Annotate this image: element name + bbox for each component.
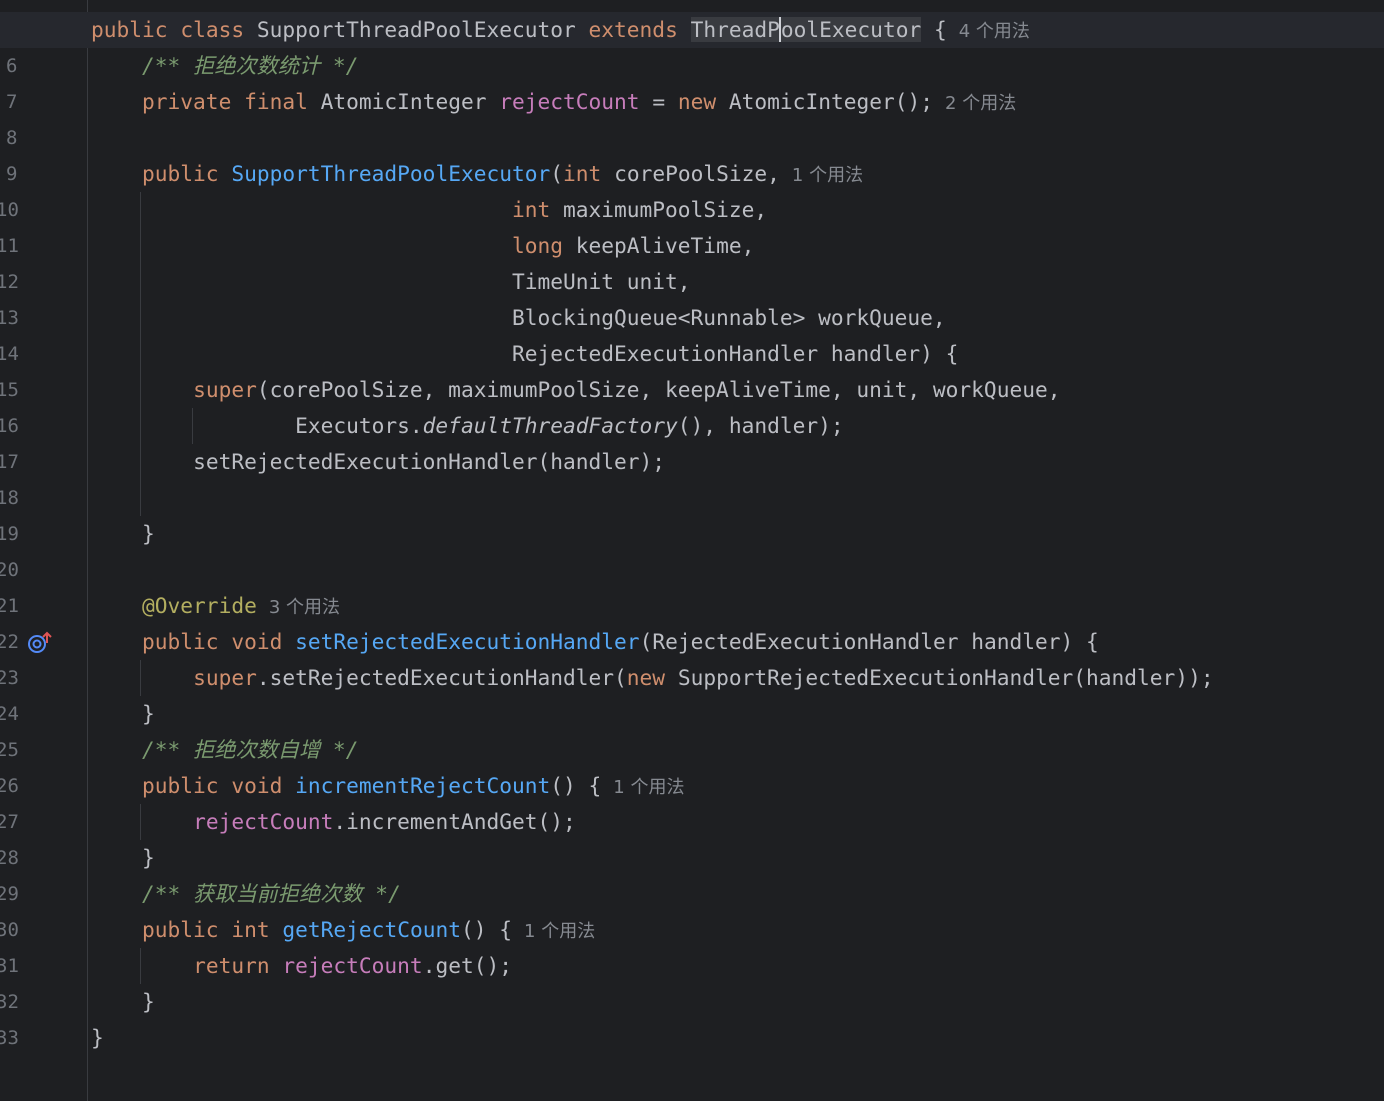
parameter: maximumPoolSize,	[563, 197, 768, 222]
code-line[interactable]: }	[0, 840, 1384, 876]
constructor-name: SupportThreadPoolExecutor	[231, 161, 551, 186]
usages-hint[interactable]: 3 个用法	[269, 597, 340, 618]
usages-hint[interactable]: 1 个用法	[524, 921, 595, 942]
keyword: public	[142, 629, 219, 654]
code-text: SupportRejectedExecutionHandler(handler)…	[677, 665, 1214, 690]
code-line[interactable]: long keepAliveTime,	[0, 228, 1384, 264]
class-name: SupportThreadPoolExecutor	[256, 17, 576, 42]
code-text: () {	[460, 917, 513, 942]
code-text: (RejectedExecutionHandler handler) {	[639, 629, 1099, 654]
keyword: final	[244, 89, 308, 114]
code-line[interactable]: }	[0, 516, 1384, 552]
doc-comment: /** 拒绝次数自增 */	[142, 737, 359, 762]
code-line[interactable]: public class SupportThreadPoolExecutor e…	[0, 12, 1384, 48]
brace: }	[142, 521, 155, 546]
code-line[interactable]: /** 获取当前拒绝次数 */	[0, 876, 1384, 912]
keyword: public	[142, 917, 219, 942]
code-text: .incrementAndGet();	[333, 809, 576, 834]
operator: =	[652, 89, 666, 114]
code-line[interactable]: return rejectCount.get();	[0, 948, 1384, 984]
code-line[interactable]: super.setRejectedExecutionHandler(new Su…	[0, 660, 1384, 696]
keyword: new	[677, 89, 717, 114]
method-name: getRejectCount	[282, 917, 461, 942]
code-line[interactable]: rejectCount.incrementAndGet();	[0, 804, 1384, 840]
code-text: .setRejectedExecutionHandler(	[256, 665, 627, 690]
brace: }	[142, 701, 155, 726]
superclass-name-part: ThreadP	[690, 17, 780, 42]
code-text: .get();	[422, 953, 512, 978]
parameter: keepAliveTime,	[575, 233, 755, 258]
code-editor[interactable]: 5 6 7 8 9 10 11 12 13 14 15 16 17 18 19 …	[0, 0, 1384, 1101]
code-line[interactable]: @Override 3 个用法	[0, 588, 1384, 624]
code-line[interactable]: TimeUnit unit,	[0, 264, 1384, 300]
code-line[interactable]: public void incrementRejectCount() { 1 个用…	[0, 768, 1384, 804]
code-text: setRejectedExecutionHandler(handler);	[193, 449, 666, 474]
method-name: setRejectedExecutionHandler	[295, 629, 640, 654]
code-text: () {	[550, 773, 602, 798]
keyword: public	[142, 161, 219, 186]
usages-hint[interactable]: 2 个用法	[945, 93, 1016, 114]
code-line[interactable]: RejectedExecutionHandler handler) {	[0, 336, 1384, 372]
brace: }	[91, 1025, 104, 1050]
code-text: Executors.	[295, 413, 423, 438]
keyword: public	[91, 17, 168, 42]
code-line[interactable]: }	[0, 1020, 1384, 1056]
code-line[interactable]: BlockingQueue<Runnable> workQueue,	[0, 300, 1384, 336]
brace: }	[142, 989, 155, 1014]
code-line[interactable]: setRejectedExecutionHandler(handler);	[0, 444, 1384, 480]
code-text: (), handler);	[677, 413, 844, 438]
keyword: int	[511, 197, 551, 222]
usages-hint[interactable]: 1 个用法	[792, 165, 863, 186]
keyword: class	[180, 17, 245, 42]
keyword: int	[231, 917, 270, 942]
code-line[interactable]: Executors.defaultThreadFactory(), handle…	[0, 408, 1384, 444]
annotation: @Override	[142, 593, 257, 618]
code-line[interactable]: public int getRejectCount() { 1 个用法	[0, 912, 1384, 948]
keyword: new	[626, 665, 666, 690]
doc-comment: /** 获取当前拒绝次数 */	[142, 881, 401, 906]
parameter: BlockingQueue<Runnable> workQueue,	[511, 305, 946, 330]
paren: (	[550, 161, 564, 186]
keyword: private	[142, 89, 232, 114]
parameter: corePoolSize,	[614, 161, 780, 186]
code-line[interactable]: public void setRejectedExecutionHandler(…	[0, 624, 1384, 660]
code-line[interactable]: int maximumPoolSize,	[0, 192, 1384, 228]
code-line[interactable]: public SupportThreadPoolExecutor(int cor…	[0, 156, 1384, 192]
field-name: rejectCount	[499, 89, 640, 114]
brace: }	[142, 845, 155, 870]
code-line[interactable]: /** 拒绝次数自增 */	[0, 732, 1384, 768]
field-name: rejectCount	[282, 953, 423, 978]
static-method-call: defaultThreadFactory	[422, 413, 678, 438]
code-text: (corePoolSize, maximumPoolSize, keepAliv…	[256, 377, 1061, 402]
doc-comment: /** 拒绝次数统计 */	[142, 53, 359, 78]
keyword: extends	[588, 17, 678, 42]
method-name: incrementRejectCount	[295, 773, 551, 798]
usages-hint[interactable]: 4 个用法	[959, 21, 1030, 42]
code-line[interactable]: super(corePoolSize, maximumPoolSize, kee…	[0, 372, 1384, 408]
keyword: super	[193, 377, 257, 402]
code-text: AtomicInteger();	[728, 89, 934, 114]
keyword: super	[193, 665, 257, 690]
brace: {	[933, 17, 947, 42]
parameter: RejectedExecutionHandler handler) {	[511, 341, 959, 366]
parameter: TimeUnit unit,	[511, 269, 691, 294]
keyword: return	[193, 953, 270, 978]
superclass-name: ThreadPoolExecutor	[690, 17, 922, 42]
code-line[interactable]: /** 拒绝次数统计 */	[0, 48, 1384, 84]
code-line[interactable]: }	[0, 696, 1384, 732]
code-line[interactable]: }	[0, 984, 1384, 1020]
keyword: long	[511, 233, 563, 258]
type-name: AtomicInteger	[320, 89, 487, 114]
keyword: public	[142, 773, 219, 798]
field-name: rejectCount	[193, 809, 334, 834]
code-line[interactable]: private final AtomicInteger rejectCount …	[0, 84, 1384, 120]
keyword: void	[231, 773, 283, 798]
keyword: void	[231, 629, 283, 654]
superclass-name-part: oolExecutor	[780, 17, 922, 42]
keyword: int	[563, 161, 602, 186]
usages-hint[interactable]: 1 个用法	[613, 777, 684, 798]
